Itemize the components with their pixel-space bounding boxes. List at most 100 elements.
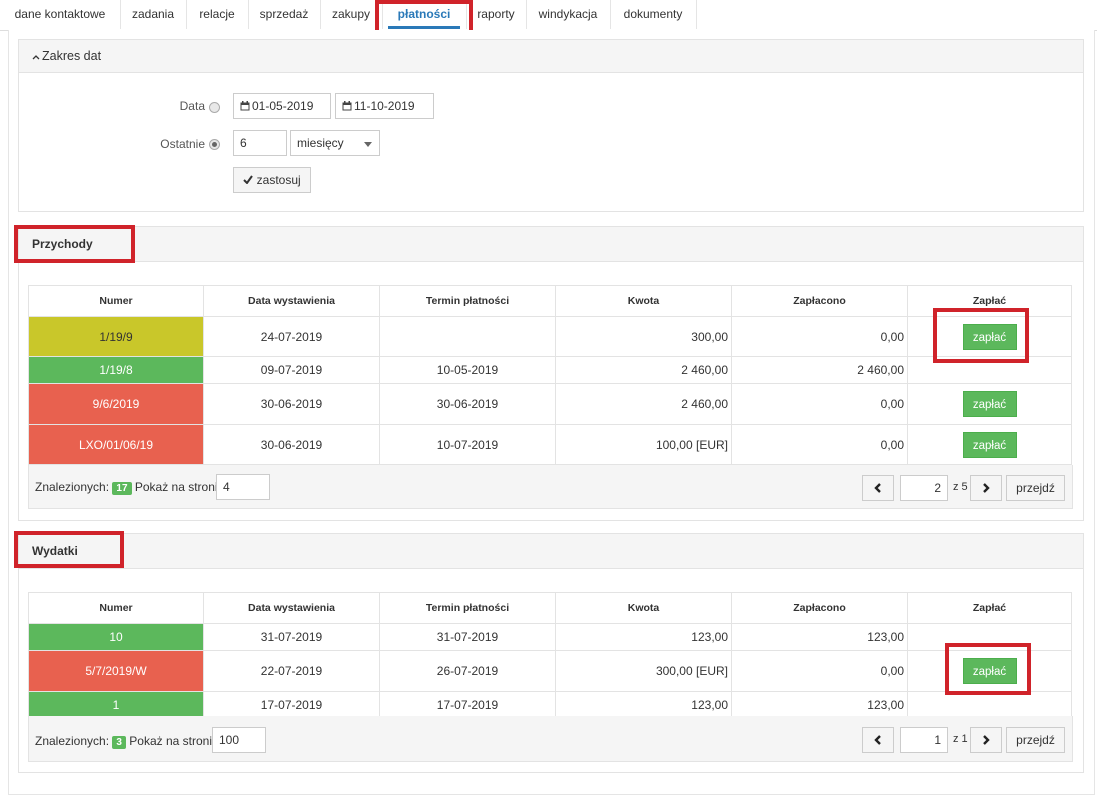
apply-button[interactable]: zastosuj: [233, 167, 311, 193]
last-label: Ostatnie: [160, 137, 205, 151]
invoice-number[interactable]: 1/19/8: [28, 356, 204, 384]
per-page-input[interactable]: 100: [212, 727, 266, 753]
amount: 100,00 [EUR]: [555, 424, 732, 465]
table-row: 10 31-07-2019 31-07-2019 123,00 123,00: [28, 623, 1072, 651]
invoice-number[interactable]: 5/7/2019/W: [28, 650, 204, 692]
col-kwota: Kwota: [555, 592, 732, 624]
amount: 2 460,00: [555, 356, 732, 384]
found-count-badge: 3: [112, 736, 126, 749]
table-row: 1 17-07-2019 17-07-2019 123,00 123,00: [28, 691, 1072, 718]
tab-platnosci[interactable]: płatności: [382, 0, 467, 29]
go-button[interactable]: przejdź: [1006, 475, 1065, 501]
table-row: 9/6/2019 30-06-2019 30-06-2019 2 460,00 …: [28, 383, 1072, 425]
pay-cell: [907, 691, 1072, 718]
col-termin-platnosci: Termin płatności: [379, 285, 556, 317]
pay-button[interactable]: zapłać: [962, 391, 1017, 417]
found-count-badge: 17: [112, 482, 132, 495]
caret-down-icon: [364, 131, 372, 155]
date-from-value: 01-05-2019: [252, 99, 314, 113]
per-page-label: Pokaż na stronie:: [129, 734, 223, 748]
active-tab-underline: [388, 26, 460, 29]
col-zaplac: Zapłać: [907, 592, 1072, 624]
page-input[interactable]: 2: [900, 475, 948, 501]
next-page-button[interactable]: [970, 727, 1002, 753]
expenses-header: Wydatki: [19, 534, 1083, 569]
last-value-input[interactable]: 6: [233, 130, 287, 156]
go-button[interactable]: przejdź: [1006, 727, 1065, 753]
next-page-button[interactable]: [970, 475, 1002, 501]
invoice-number[interactable]: 10: [28, 623, 204, 651]
tab-dane-kontaktowe[interactable]: dane kontaktowe: [0, 0, 121, 29]
due-date: 17-07-2019: [379, 691, 556, 718]
pay-cell: zapłać: [907, 316, 1072, 357]
paid-amount: 0,00: [731, 316, 908, 357]
tab-raporty[interactable]: raporty: [466, 0, 527, 29]
date-range-panel: Zakres dat Data 01-05-2019 11-10-2019 Os…: [18, 39, 1084, 212]
col-numer: Numer: [28, 285, 204, 317]
table-row: 5/7/2019/W 22-07-2019 26-07-2019 300,00 …: [28, 650, 1072, 692]
prev-page-button[interactable]: [862, 727, 894, 753]
tab-zakupy[interactable]: zakupy: [320, 0, 383, 29]
tab-windykacja[interactable]: windykacja: [526, 0, 611, 29]
issue-date: 09-07-2019: [203, 356, 380, 384]
paid-amount: 123,00: [731, 691, 908, 718]
pay-cell: zapłać: [907, 650, 1072, 692]
invoice-number[interactable]: 9/6/2019: [28, 383, 204, 425]
date-range-header[interactable]: Zakres dat: [19, 40, 1083, 73]
date-range-title: Zakres dat: [32, 40, 101, 72]
issue-date: 30-06-2019: [203, 383, 380, 425]
chevron-right-icon: [983, 735, 990, 745]
apply-button-label: zastosuj: [256, 173, 301, 187]
invoice-number[interactable]: 1/19/9: [28, 316, 204, 357]
prev-page-button[interactable]: [862, 475, 894, 501]
table-row: 1/19/8 09-07-2019 10-05-2019 2 460,00 2 …: [28, 356, 1072, 384]
pay-button[interactable]: zapłać: [962, 323, 1017, 350]
date-to-value: 11-10-2019: [354, 99, 415, 113]
found-text: Znalezionych: 3 Pokaż na stronie:: [35, 734, 222, 749]
col-data-wystawienia: Data wystawienia: [203, 592, 380, 624]
expenses-table: Numer Data wystawienia Termin płatności …: [28, 592, 1072, 718]
issue-date: 22-07-2019: [203, 650, 380, 692]
amount: 300,00: [555, 316, 732, 357]
per-page-label: Pokaż na stronie:: [134, 480, 228, 494]
pay-button[interactable]: zapłać: [962, 431, 1017, 458]
page-count: z 5: [953, 481, 968, 493]
tab-relacje[interactable]: relacje: [186, 0, 249, 29]
col-kwota: Kwota: [555, 285, 732, 317]
tab-sprzedaz[interactable]: sprzedaż: [248, 0, 321, 29]
tab-bar: dane kontaktowe zadania relacje sprzedaż…: [0, 0, 1097, 31]
col-zaplacono: Zapłacono: [731, 285, 908, 317]
amount: 300,00 [EUR]: [555, 650, 732, 692]
chevron-left-icon: [874, 735, 881, 745]
due-date: 10-05-2019: [379, 356, 556, 384]
unit-select-value: miesięcy: [297, 136, 344, 150]
invoice-number[interactable]: LXO/01/06/19: [28, 424, 204, 465]
issue-date: 30-06-2019: [203, 424, 380, 465]
table-row: 1/19/9 24-07-2019 300,00 0,00 zapłać: [28, 316, 1072, 357]
paid-amount: 0,00: [731, 650, 908, 692]
tab-dokumenty[interactable]: dokumenty: [610, 0, 697, 29]
found-label: Znalezionych:: [35, 734, 110, 748]
per-page-input[interactable]: 4: [216, 474, 270, 500]
invoice-number[interactable]: 1: [28, 691, 204, 718]
income-title: Przychody: [32, 237, 93, 251]
chevron-up-icon: [32, 40, 42, 72]
pay-button[interactable]: zapłać: [962, 658, 1017, 684]
expenses-pagination: Znalezionych: 3 Pokaż na stronie: 100 1 …: [28, 716, 1073, 762]
paid-amount: 2 460,00: [731, 356, 908, 384]
pay-cell: [907, 623, 1072, 651]
date-from-input[interactable]: 01-05-2019: [233, 93, 331, 119]
last-radio[interactable]: [209, 139, 220, 150]
tab-zadania[interactable]: zadania: [120, 0, 187, 29]
data-radio[interactable]: [209, 102, 220, 113]
col-data-wystawienia: Data wystawienia: [203, 285, 380, 317]
date-range-title-text: Zakres dat: [42, 49, 102, 63]
date-to-input[interactable]: 11-10-2019: [335, 93, 434, 119]
data-label: Data: [179, 99, 205, 113]
paid-amount: 0,00: [731, 383, 908, 425]
page-input[interactable]: 1: [900, 727, 948, 753]
income-pagination: Znalezionych: 17 Pokaż na stronie: 4 2 z…: [28, 465, 1073, 509]
chevron-left-icon: [874, 483, 881, 493]
amount: 123,00: [555, 691, 732, 718]
unit-select[interactable]: miesięcy: [290, 130, 380, 156]
